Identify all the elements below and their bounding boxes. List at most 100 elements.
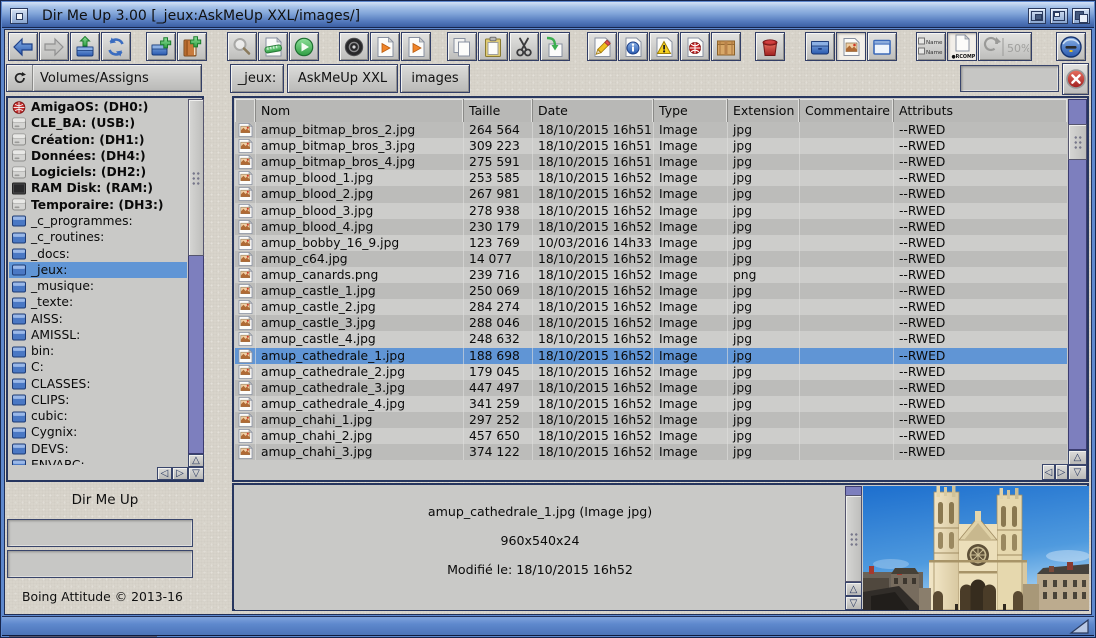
file-row[interactable]: amup_cathedrale_4.jpg341 25918/10/2015 1…	[235, 396, 1067, 412]
volume-item[interactable]: _c_programmes:	[9, 213, 187, 229]
sort-names-button[interactable]: NameName	[916, 32, 946, 61]
sidebar-vscroll-thumb[interactable]	[188, 99, 204, 256]
cut-button[interactable]	[509, 32, 539, 61]
resize-icon[interactable]	[1068, 619, 1090, 634]
file-row[interactable]: amup_blood_3.jpg278 93818/10/2015 16h52I…	[235, 203, 1067, 219]
footer-input-2[interactable]	[7, 550, 193, 578]
zoom-level-button[interactable]: 50%	[978, 32, 1032, 61]
file-row[interactable]: amup_blood_1.jpg253 58518/10/2015 16h52I…	[235, 170, 1067, 186]
titlebar[interactable]: Dir Me Up 3.00 [_jeux:AskMeUp XXL/images…	[2, 2, 1094, 28]
file-row[interactable]: amup_bobby_16_9.jpg123 76910/03/2016 14h…	[235, 235, 1067, 251]
volume-item[interactable]: CLIPS:	[9, 392, 187, 408]
file-row[interactable]: amup_cathedrale_1.jpg188 69818/10/2015 1…	[235, 348, 1067, 364]
image-preview[interactable]	[863, 486, 1089, 610]
volume-item[interactable]: _c_routines:	[9, 229, 187, 245]
play-file-button[interactable]	[370, 32, 400, 61]
col-header-attributs[interactable]: Attributs	[894, 99, 1067, 122]
iconify-icon[interactable]	[1028, 8, 1046, 24]
information-button[interactable]	[618, 32, 648, 61]
boing-doc-button[interactable]	[680, 32, 710, 61]
col-header-date[interactable]: Date	[533, 99, 654, 122]
volume-item[interactable]: _docs:	[9, 245, 187, 261]
boing-button[interactable]	[1056, 32, 1086, 61]
table-scroll-down[interactable]: ▽	[1068, 465, 1087, 480]
close-filter-button[interactable]	[1062, 63, 1089, 95]
file-row[interactable]: amup_chahi_1.jpg297 25218/10/2015 16h52I…	[235, 412, 1067, 428]
filter-input[interactable]	[960, 65, 1059, 92]
volume-item[interactable]: AISS:	[9, 310, 187, 326]
window-view-button[interactable]	[867, 32, 897, 61]
image-view-button[interactable]	[836, 32, 866, 61]
move-button[interactable]	[540, 32, 570, 61]
volume-item[interactable]: Création: (DH1:)	[9, 132, 187, 148]
sidebar-scroll-up[interactable]: △	[188, 454, 204, 467]
volume-item[interactable]: C:	[9, 359, 187, 375]
volume-item[interactable]: ENVARC:	[9, 457, 187, 465]
volume-item[interactable]: _jeux:	[9, 262, 187, 278]
zoom-window-icon[interactable]	[1050, 8, 1068, 24]
volume-item[interactable]: Logiciels: (DH2:)	[9, 164, 187, 180]
table-scroll-left[interactable]: ◁	[1042, 464, 1055, 480]
volume-item[interactable]: bin:	[9, 343, 187, 359]
col-header-commentaire[interactable]: Commentaire	[800, 99, 894, 122]
trash-button[interactable]	[755, 32, 785, 61]
file-row[interactable]: amup_bitmap_bros_3.jpg309 22318/10/2015 …	[235, 138, 1067, 154]
new-drawer-button[interactable]	[146, 32, 176, 61]
file-row[interactable]: amup_cathedrale_2.jpg179 04518/10/2015 1…	[235, 364, 1067, 380]
volume-item[interactable]: DEVS:	[9, 441, 187, 457]
footer-input-1[interactable]	[7, 519, 193, 547]
volume-item[interactable]: AMISSL:	[9, 327, 187, 343]
warning-button[interactable]	[649, 32, 679, 61]
drawer-view-button[interactable]	[805, 32, 835, 61]
file-row[interactable]: amup_blood_4.jpg230 17918/10/2015 16h52I…	[235, 219, 1067, 235]
breadcrumb-1[interactable]: AskMeUp XXL	[287, 64, 398, 93]
volume-item[interactable]: Données: (DH4:)	[9, 148, 187, 164]
volume-item[interactable]: _texte:	[9, 294, 187, 310]
file-row[interactable]: amup_castle_4.jpg248 63218/10/2015 16h52…	[235, 331, 1067, 347]
volume-item[interactable]: Cygnix:	[9, 424, 187, 440]
new-file-button[interactable]	[177, 32, 207, 61]
file-row[interactable]: amup_chahi_2.jpg457 65018/10/2015 16h52I…	[235, 428, 1067, 444]
archive-button[interactable]	[711, 32, 741, 61]
file-row[interactable]: amup_c64.jpg14 07718/10/2015 16h52Imagej…	[235, 251, 1067, 267]
table-scroll-up[interactable]: △	[1068, 450, 1087, 465]
edit-button[interactable]	[587, 32, 617, 61]
info-scroll-up[interactable]: △	[845, 582, 862, 596]
file-row[interactable]: amup_castle_1.jpg250 06918/10/2015 16h52…	[235, 283, 1067, 299]
file-row[interactable]: amup_bitmap_bros_4.jpg275 59118/10/2015 …	[235, 154, 1067, 170]
file-row[interactable]: amup_canards.png239 71618/10/2015 16h52I…	[235, 267, 1067, 283]
info-scroll-down[interactable]: ▽	[845, 596, 862, 610]
breadcrumb-2[interactable]: images	[400, 64, 470, 93]
run-button[interactable]	[289, 32, 319, 61]
table-vscroll-thumb[interactable]	[1068, 124, 1087, 160]
file-row[interactable]: amup_castle_3.jpg288 04618/10/2015 16h52…	[235, 315, 1067, 331]
volume-item[interactable]: AmigaOS: (DH0:)	[9, 99, 187, 115]
file-row[interactable]: amup_blood_2.jpg267 98118/10/2015 16h52I…	[235, 186, 1067, 202]
sidebar-scroll-right[interactable]: ▷	[172, 467, 188, 480]
volume-item[interactable]: CLASSES:	[9, 376, 187, 392]
volumes-assigns-header[interactable]: Volumes/Assigns	[6, 64, 202, 92]
parent-button[interactable]	[70, 32, 100, 61]
info-vscroll-thumb[interactable]	[845, 495, 862, 582]
rcomp-button[interactable]: ●RCOMP	[947, 32, 977, 61]
sidebar-scroll-left[interactable]: ◁	[157, 467, 172, 480]
col-header-taille[interactable]: Taille	[464, 99, 533, 122]
col-header-extension[interactable]: Extension	[728, 99, 800, 122]
search-button[interactable]	[227, 32, 257, 61]
refresh-button[interactable]	[101, 32, 131, 61]
volume-item[interactable]: CLE_BA: (USB:)	[9, 115, 187, 131]
forward-button[interactable]	[39, 32, 69, 61]
col-icon-header[interactable]	[235, 99, 256, 122]
sidebar-scroll-down[interactable]: ▽	[188, 467, 204, 480]
file-row[interactable]: amup_cathedrale_3.jpg447 49718/10/2015 1…	[235, 380, 1067, 396]
measure-button[interactable]	[258, 32, 288, 61]
breadcrumb-0[interactable]: _jeux:	[230, 64, 284, 93]
volume-item[interactable]: Temporaire: (DH3:)	[9, 197, 187, 213]
file-row[interactable]: amup_castle_2.jpg284 27418/10/2015 16h52…	[235, 299, 1067, 315]
volume-item[interactable]: _musique:	[9, 278, 187, 294]
paste-button[interactable]	[478, 32, 508, 61]
col-header-nom[interactable]: Nom	[256, 99, 464, 122]
sound-button[interactable]	[339, 32, 369, 61]
col-header-type[interactable]: Type	[654, 99, 728, 122]
file-row[interactable]: amup_chahi_3.jpg374 12218/10/2015 16h52I…	[235, 444, 1067, 460]
